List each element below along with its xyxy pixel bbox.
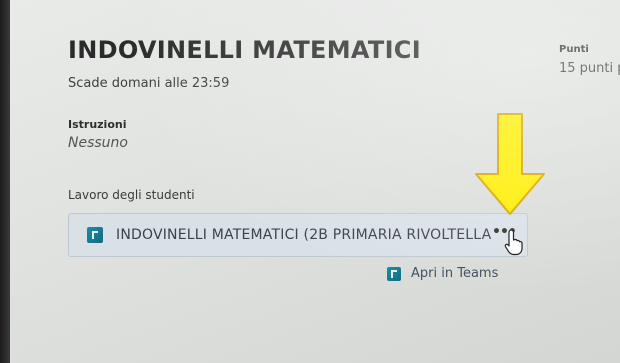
- assignment-title: INDOVINELLI MATEMATICI: [68, 36, 421, 64]
- forms-icon: [87, 227, 103, 243]
- assignment-panel: INDOVINELLI MATEMATICI Scade domani alle…: [10, 0, 620, 363]
- attachment-name[interactable]: INDOVINELLI MATEMATICI (2B PRIMARIA RIVO…: [116, 227, 491, 243]
- open-in-teams-label[interactable]: Apri in Teams: [411, 266, 498, 281]
- hand-cursor-icon: [504, 229, 523, 256]
- student-work-label: Lavoro degli studenti: [68, 188, 195, 202]
- teams-icon: [387, 267, 401, 281]
- due-date: Scade domani alle 23:59: [68, 76, 230, 91]
- points-value: 15 punti po: [559, 61, 620, 76]
- screen-bezel: [0, 0, 10, 363]
- student-work-attachment[interactable]: INDOVINELLI MATEMATICI (2B PRIMARIA RIVO…: [68, 213, 528, 257]
- instructions-label: Istruzioni: [68, 118, 127, 131]
- points-label: Punti: [559, 44, 589, 55]
- arrow-annotation-icon: [475, 113, 545, 215]
- instructions-value: Nessuno: [68, 135, 128, 151]
